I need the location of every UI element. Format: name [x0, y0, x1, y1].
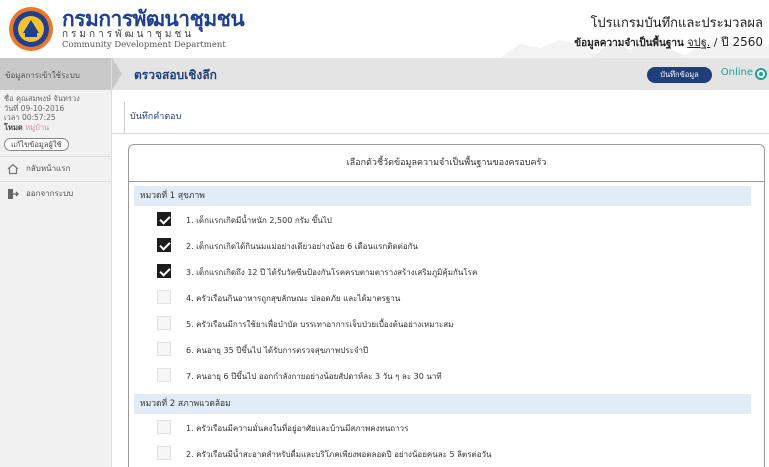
indicator-label: 2. ครัวเรือนมีน้ำสะอาดสำหรับดื่มและบริโภ…: [186, 450, 492, 459]
indicator-item[interactable]: 2. ครัวเรือนมีน้ำสะอาดสำหรับดื่มและบริโภ…: [134, 441, 751, 467]
indicator-checkbox[interactable]: [157, 420, 171, 434]
program-year: ปี 2560: [721, 35, 763, 49]
toolbar-arrow: [112, 58, 122, 90]
indicator-label: 2. เด็กแรกเกิดได้กินนมแม่อย่างเดียวอย่าง…: [186, 242, 418, 251]
program-subtitle: ข้อมูลความจำเป็นพื้นฐาน จปฐ. / ปี 2560: [574, 33, 763, 52]
user-info: ชื่อ คุณสมพงษ์ จันทรวง วันที่ 09-10-2016…: [0, 90, 111, 132]
indicator-item[interactable]: 5. ครัวเรือนมีการใช้ยาเพื่อบำบัด บรรเทาอ…: [134, 311, 751, 337]
indicator-item[interactable]: 7. คนอายุ 6 ปีขึ้นไป ออกกำลังกายอย่างน้อ…: [134, 363, 751, 389]
indicator-item[interactable]: 4. ครัวเรือนกินอาหารถูกสุขลักษณะ ปลอดภัย…: [134, 285, 751, 311]
login-date: วันที่ 09-10-2016: [4, 103, 65, 113]
indicator-item[interactable]: 2. เด็กแรกเกิดได้กินนมแม่อย่างเดียวอย่าง…: [134, 233, 751, 259]
indicator-label: 5. ครัวเรือนมีการใช้ยาเพื่อบำบัด บรรเทาอ…: [186, 320, 454, 329]
indicator-label: 7. คนอายุ 6 ปีขึ้นไป ออกกำลังกายอย่างน้อ…: [186, 372, 442, 381]
sidebar-item-label: ออกจากระบบ: [26, 189, 74, 198]
category-header-environment: หมวดที่ 2 สภาพแวดล้อม: [134, 394, 751, 414]
indicator-label: 3. เด็กแรกเกิดถึง 12 ปี ได้รับวัคซีนป้อง…: [186, 268, 478, 277]
program-subtitle-bold: ข้อมูลความจำเป็นพื้นฐาน: [574, 38, 684, 49]
category-items-health: 1. เด็กแรกเกิดมีน้ำหนัก 2,500 กรัม ขึ้นไ…: [134, 206, 751, 389]
indicator-label: 1. เด็กแรกเกิดมีน้ำหนัก 2,500 กรัม ขึ้นไ…: [186, 216, 332, 225]
panel-title: เลือกตัวชี้วัดข้อมูลความจำเป็นพื้นฐานของ…: [129, 145, 764, 182]
user-role-label: โหมด: [4, 122, 23, 132]
sidebar-item-label: กลับหน้าแรก: [26, 164, 71, 173]
page-toolbar: ตรวจสอบเชิงลึก บันทึกข้อมูล Online: [112, 58, 769, 90]
indicator-checkbox[interactable]: [157, 264, 171, 278]
indicator-checkbox[interactable]: [157, 368, 171, 382]
online-status-icon: [755, 68, 767, 80]
app-header: กรมการพัฒนาชุมชน กรมการพัฒนาชุมชน Commun…: [0, 0, 769, 58]
indicator-label: 6. คนอายุ 35 ปีขึ้นไป ได้รับการตรวจสุขภา…: [186, 346, 369, 355]
page-title: ตรวจสอบเชิงลึก: [134, 68, 217, 82]
program-subtitle-sep: /: [713, 36, 718, 49]
home-icon: [7, 163, 19, 175]
program-title: โปรแกรมบันทึกและประมวลผล: [590, 16, 763, 31]
breadcrumb-divider: [124, 102, 125, 134]
indicator-checkbox[interactable]: [157, 238, 171, 252]
status-text: Online: [720, 67, 753, 78]
category-header-health: หมวดที่ 1 สุขภาพ: [134, 186, 751, 206]
sidebar-item-logout[interactable]: ออกจากระบบ: [0, 181, 111, 206]
user-name: ชื่อ คุณสมพงษ์ จันทรวง: [4, 94, 80, 103]
category-items-environment: 1. ครัวเรือนมีความมั่นคงในที่อยู่อาศัยแล…: [134, 414, 751, 467]
indicator-label: 4. ครัวเรือนกินอาหารถูกสุขลักษณะ ปลอดภัย…: [186, 294, 401, 303]
edit-user-button[interactable]: แก้ไขข้อมูลผู้ใช้: [4, 138, 69, 151]
indicator-label: 1. ครัวเรือนมีความมั่นคงในที่อยู่อาศัยแล…: [186, 424, 409, 433]
breadcrumb-label: บันทึกคำตอบ: [130, 112, 182, 122]
indicator-checkbox[interactable]: [157, 342, 171, 356]
logout-icon: [8, 189, 19, 199]
user-role: โหมด หมู่บ้าน: [4, 123, 111, 133]
sidebar-item-home[interactable]: กลับหน้าแรก: [0, 156, 111, 181]
indicator-checkbox[interactable]: [157, 212, 171, 226]
sidebar: ข้อมูลการเข้าใช้ระบบ ชื่อ คุณสมพงษ์ จันท…: [0, 58, 112, 467]
breadcrumb: บันทึกคำตอบ: [112, 90, 769, 134]
indicator-item[interactable]: 3. เด็กแรกเกิดถึง 12 ปี ได้รับวัคซีนป้อง…: [134, 259, 751, 285]
save-button[interactable]: บันทึกข้อมูล: [647, 67, 712, 83]
indicator-panel: เลือกตัวชี้วัดข้อมูลความจำเป็นพื้นฐานของ…: [128, 144, 765, 467]
indicator-item[interactable]: 1. ครัวเรือนมีความมั่นคงในที่อยู่อาศัยแล…: [134, 415, 751, 441]
login-time: เวลา 00:57:25: [4, 113, 56, 122]
cdd-seal-logo: [9, 7, 53, 51]
program-subtitle-short: จปฐ.: [687, 36, 711, 49]
indicator-item[interactable]: 1. เด็กแรกเกิดมีน้ำหนัก 2,500 กรัม ขึ้นไ…: [134, 207, 751, 233]
indicator-item[interactable]: 6. คนอายุ 35 ปีขึ้นไป ได้รับการตรวจสุขภา…: [134, 337, 751, 363]
user-role-value: หมู่บ้าน: [25, 122, 50, 132]
indicator-checkbox[interactable]: [157, 290, 171, 304]
sidebar-header: ข้อมูลการเข้าใช้ระบบ: [0, 58, 111, 90]
indicator-checkbox[interactable]: [157, 446, 171, 460]
indicator-checkbox[interactable]: [157, 316, 171, 330]
org-name-en: Community Development Department: [62, 40, 226, 50]
indicator-list: หมวดที่ 1 สุขภาพ 1. เด็กแรกเกิดมีน้ำหนัก…: [134, 186, 751, 467]
